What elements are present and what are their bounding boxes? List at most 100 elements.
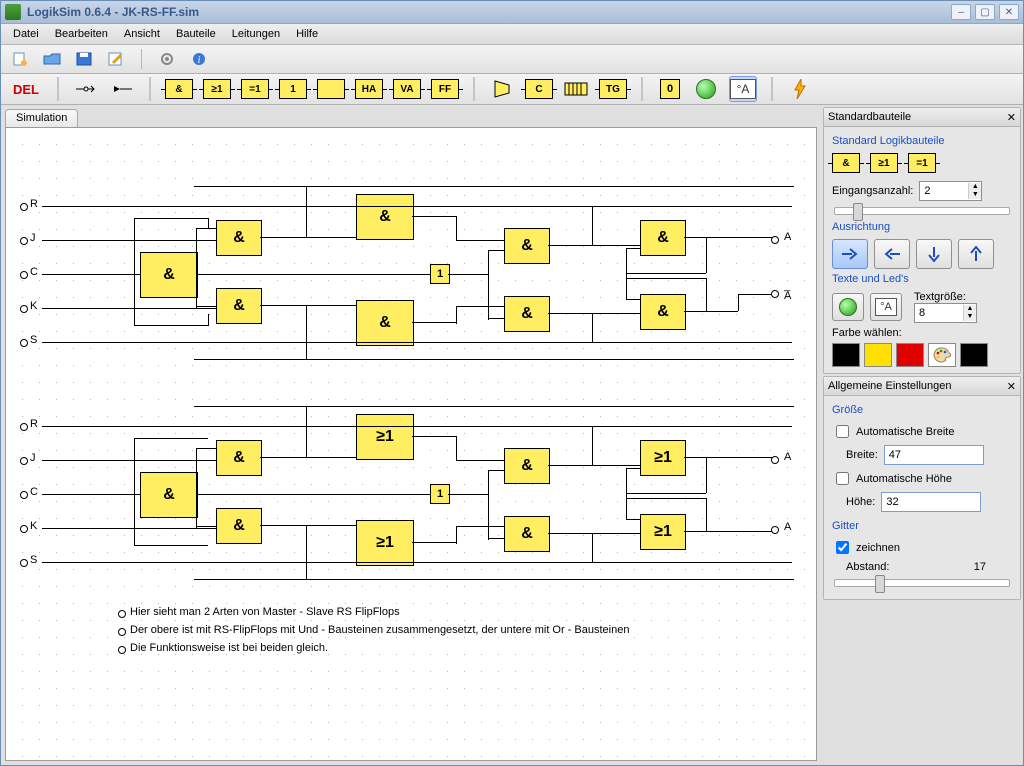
swatch-red[interactable] [896,343,924,367]
counter-button[interactable]: C [525,79,553,99]
info-button[interactable]: i [186,48,212,70]
gate[interactable]: & [504,448,550,484]
section-logikbauteile: Standard Logikbauteile [832,135,1012,147]
panel-close-button[interactable]: ✕ [1007,380,1016,393]
text-edit-button[interactable] [870,293,902,321]
pin-s-top [20,339,28,347]
tab-simulation[interactable]: Simulation [5,109,78,127]
menu-bearbeiten[interactable]: Bearbeiten [47,26,116,42]
swatch-black[interactable] [832,343,860,367]
buffer-gate-button[interactable]: 1 [279,79,307,99]
height-input[interactable] [881,492,981,512]
swatch-current[interactable] [960,343,988,367]
gate-and-9[interactable]: & [640,294,686,330]
maximize-button[interactable]: ▢ [975,4,995,20]
gate[interactable]: & [216,508,262,544]
mini-xor-button[interactable]: =1 [908,153,936,173]
gate[interactable]: ≥1 [640,440,686,476]
spacing-slider[interactable] [834,579,1010,587]
align-up-button[interactable] [958,239,994,269]
or-gate-button[interactable]: ≥1 [203,79,231,99]
minimize-button[interactable]: – [951,4,971,20]
new-button[interactable] [7,48,33,70]
gate[interactable]: ≥1 [640,514,686,550]
textsize-label: Textgröße: [914,291,977,303]
mini-and-button[interactable]: & [832,153,860,173]
gate-and-8[interactable]: & [640,220,686,256]
open-button[interactable] [39,48,65,70]
gate-and-6[interactable]: & [504,228,550,264]
close-button[interactable]: ✕ [999,4,1019,20]
delete-button[interactable]: DEL [9,75,43,103]
inputs-input[interactable] [920,183,968,199]
gate[interactable]: & [216,440,262,476]
width-input[interactable] [884,445,984,465]
gate-and-2[interactable]: & [216,220,262,256]
gate[interactable]: & [140,472,198,518]
led-edit-button[interactable] [832,293,864,321]
menu-bauteile[interactable]: Bauteile [168,26,224,42]
pin [20,423,28,431]
mux-button[interactable] [489,77,515,101]
half-adder-button[interactable]: HA [355,79,383,99]
label-r-top: R [30,198,38,210]
shiftreg-button[interactable] [563,77,589,101]
palette-button[interactable] [928,343,956,367]
edit-button[interactable] [103,48,129,70]
auto-width-checkbox[interactable] [836,425,849,438]
textsize-spinner[interactable]: ▲▼ [914,303,977,323]
save-button[interactable] [71,48,97,70]
settings-button[interactable] [154,48,180,70]
spinner-down-icon[interactable]: ▼ [969,191,981,199]
spinner-up-icon[interactable]: ▲ [969,183,981,191]
label-abar-bot: A [784,521,791,533]
panel-standardbauteile: Standardbauteile ✕ Standard Logikbauteil… [823,107,1021,374]
led-icon [839,298,857,316]
gate[interactable]: & [504,516,550,552]
gate-and-7[interactable]: & [504,296,550,332]
grid-draw-checkbox[interactable] [836,541,849,554]
align-left-button[interactable] [874,239,910,269]
gate[interactable]: ≥1 [356,520,414,566]
panel-close-button[interactable]: ✕ [1007,111,1016,124]
circuit-canvas[interactable]: R J C K S A _ A & & [5,127,817,761]
output-pin-button[interactable] [109,77,135,101]
label-j-bot: J [30,452,36,464]
tg-button[interactable]: TG [599,79,627,99]
menu-ansicht[interactable]: Ansicht [116,26,168,42]
led-button[interactable] [693,77,719,101]
inputs-spinner[interactable]: ▲▼ [919,181,982,201]
gate-and-3[interactable]: & [216,288,262,324]
full-adder-button[interactable]: VA [393,79,421,99]
gate-and-1[interactable]: & [140,252,198,298]
const-zero-button[interactable]: 0 [657,77,683,101]
xor-gate-button[interactable]: =1 [241,79,269,99]
menu-datei[interactable]: Datei [5,26,47,42]
blank-gate-button[interactable] [317,79,345,99]
text-label-button[interactable] [729,76,757,102]
mini-or-button[interactable]: ≥1 [870,153,898,173]
auto-height-checkbox[interactable] [836,472,849,485]
input-pin-button[interactable] [73,77,99,101]
gate[interactable]: 1 [430,484,450,504]
pin-c-top [20,271,28,279]
swatch-yellow[interactable] [864,343,892,367]
menu-leitungen[interactable]: Leitungen [224,26,288,42]
gate[interactable]: ≥1 [356,414,414,460]
align-down-button[interactable] [916,239,952,269]
gate-buf-1[interactable]: 1 [430,264,450,284]
gate-and-5[interactable]: & [356,300,414,346]
inputs-label: Eingangsanzahl: [832,185,913,197]
run-button[interactable] [787,77,813,101]
align-right-button[interactable] [832,239,868,269]
flipflop-button[interactable]: FF [431,79,459,99]
section-texte-leds: Texte und Led's [832,273,1012,285]
app-icon [5,4,21,20]
gate-and-4[interactable]: & [356,194,414,240]
inputs-slider[interactable] [834,207,1010,215]
textsize-input[interactable] [915,305,963,321]
menu-hilfe[interactable]: Hilfe [288,26,326,42]
and-gate-button[interactable]: & [165,79,193,99]
label-s-bot: S [30,554,37,566]
section-ausrichtung: Ausrichtung [832,221,1012,233]
